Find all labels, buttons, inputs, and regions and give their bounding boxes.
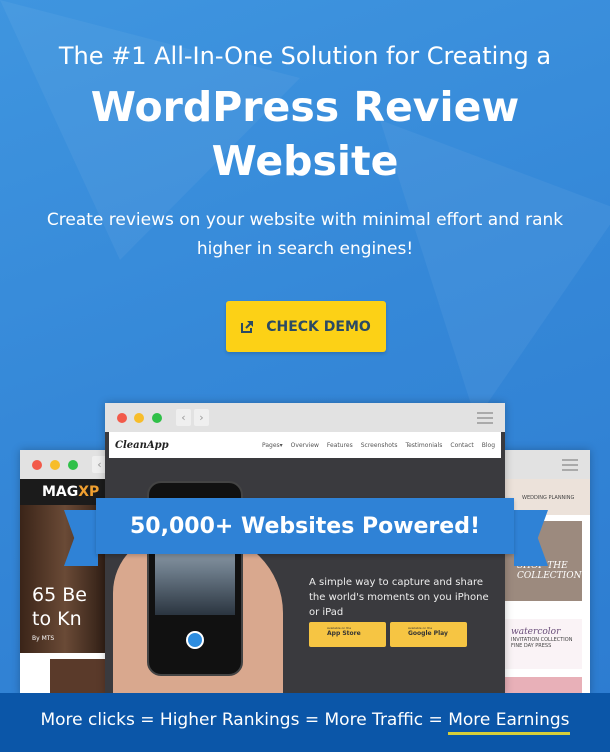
headline-line1: The #1 All-In-One Solution for Creating … <box>58 42 552 70</box>
app-tagline: A simple way to capture and share the wo… <box>309 577 489 618</box>
nav-testimonials: Testimonials <box>405 441 443 449</box>
external-link-icon <box>241 321 254 333</box>
nav-overview: Overview <box>290 441 319 449</box>
promo-banner: The #1 All-In-One Solution for Creating … <box>0 0 610 752</box>
check-demo-label: CHECK DEMO <box>266 318 371 335</box>
back-icon: ‹ <box>176 409 191 426</box>
right-browser-mockup: WEDDING PLANNING SHOP THE COLLECTION wat… <box>500 450 590 695</box>
headline-main: WordPress Review Website <box>0 80 610 188</box>
app-store-badge: Available on the App Store <box>309 622 386 647</box>
menu-icon <box>477 412 493 424</box>
nav-pages: Pages▾ <box>262 441 283 449</box>
nav-features: Features <box>326 441 353 449</box>
nav-contact: Contact <box>450 441 474 449</box>
left-browser-mockup: ‹ MAGXP 65 Be to Kn By MTS <box>20 450 110 695</box>
nav-screenshots: Screenshots <box>360 441 398 449</box>
forward-icon: › <box>194 409 209 426</box>
nav-blog: Blog <box>481 441 495 449</box>
article-meta: By MTS <box>32 635 55 642</box>
headline-line2: WordPress Review <box>90 83 520 131</box>
check-demo-button[interactable]: CHECK DEMO <box>226 301 386 352</box>
footer-bar: More clicks = Higher Rankings = More Tra… <box>0 693 610 752</box>
article-headline: 65 Be to Kn <box>32 584 87 630</box>
websites-powered-ribbon: 50,000+ Websites Powered! <box>96 498 514 554</box>
footer-text: More clicks = Higher Rankings = More Tra… <box>40 710 449 730</box>
google-play-badge: Available on the Google Play <box>390 622 467 647</box>
footer-highlight: More Earnings <box>448 710 570 735</box>
subtitle: Create reviews on your website with mini… <box>46 210 564 259</box>
cleanapp-logo: CleanApp <box>115 439 169 451</box>
headline-line3: Website <box>211 137 399 185</box>
